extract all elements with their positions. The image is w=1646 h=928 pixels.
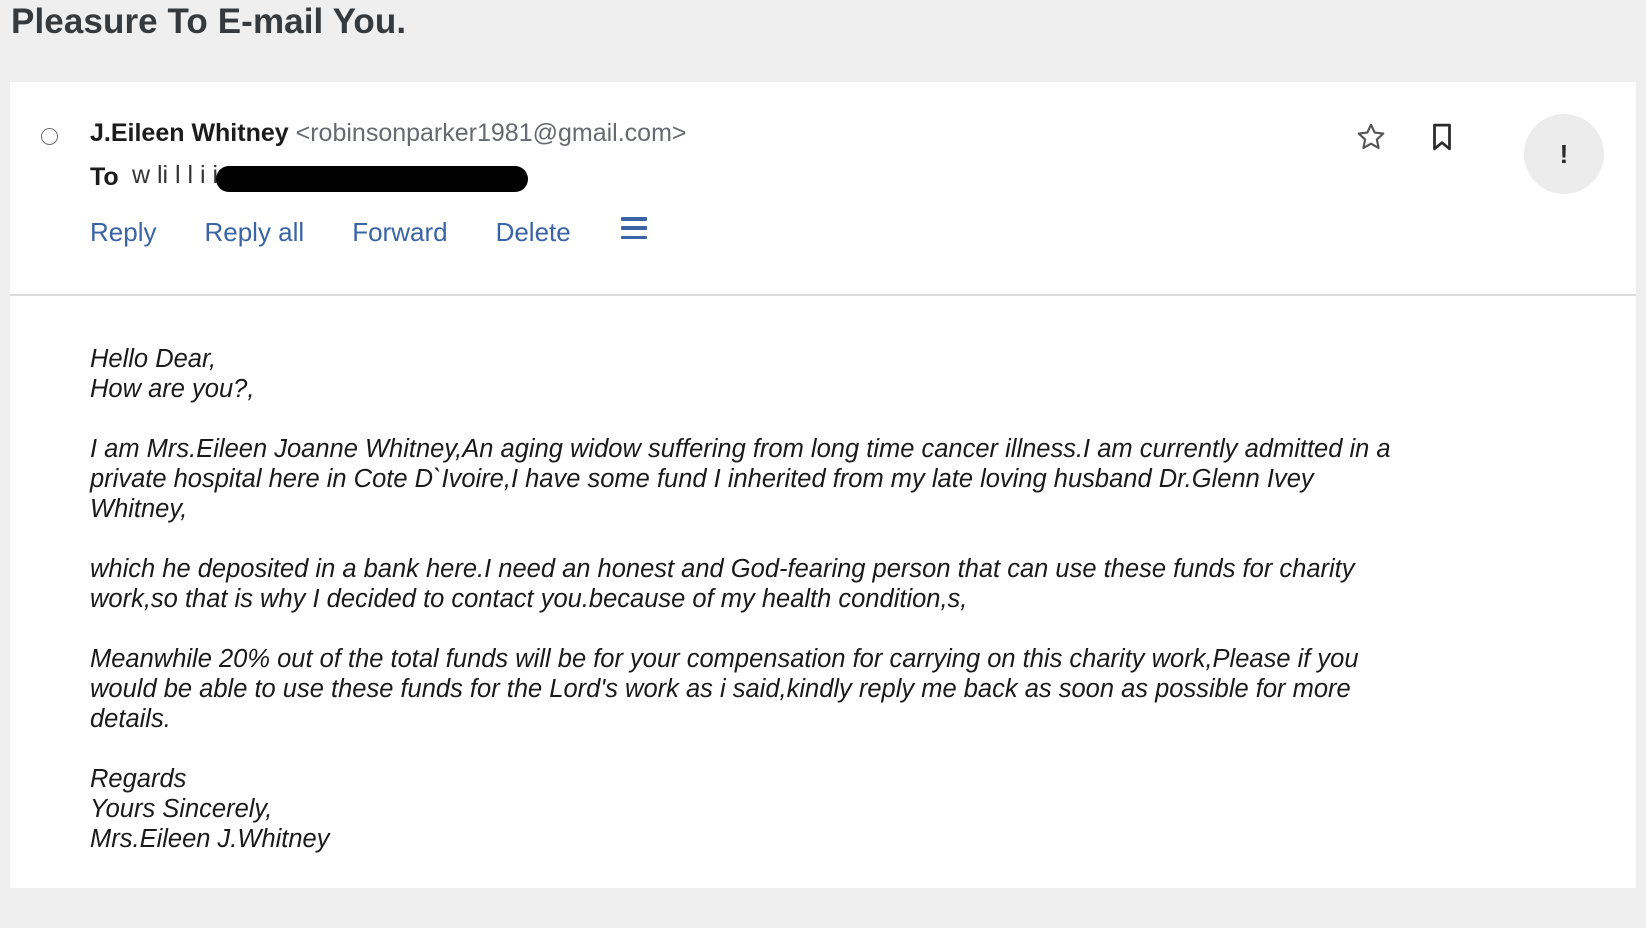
menu-bar: [620, 235, 647, 239]
redaction-mark: [216, 166, 528, 192]
sender-email[interactable]: <robinsonparker1981@gmail.com>: [296, 119, 687, 147]
recipient-line: To w li l l i i t: [90, 161, 528, 192]
body-paragraph: which he deposited in a bank here.I need…: [90, 554, 1510, 614]
email-subject: Pleasure To E-mail You.: [11, 2, 407, 41]
body-line: Yours Sincerely,: [90, 795, 273, 823]
body-line: which he deposited in a bank here.I need…: [90, 555, 1355, 583]
select-radio-icon[interactable]: [41, 128, 58, 145]
signature: Regards Yours Sincerely, Mrs.Eileen J.Wh…: [90, 764, 1510, 854]
message-body: Hello Dear, How are you?, I am Mrs.Eilee…: [90, 344, 1510, 854]
message-card: J.Eileen Whitney <robinsonparker1981@gma…: [10, 82, 1636, 888]
greeting: Hello Dear, How are you?,: [90, 344, 1510, 404]
body-line: I am Mrs.Eileen Joanne Whitney,An aging …: [90, 435, 1391, 463]
bookmark-icon[interactable]: [1428, 122, 1456, 152]
body-paragraph: Meanwhile 20% out of the total funds wil…: [90, 644, 1510, 734]
delete-button[interactable]: Delete: [496, 212, 571, 252]
body-paragraph: I am Mrs.Eileen Joanne Whitney,An aging …: [90, 434, 1510, 524]
message-actions: Reply Reply all Forward Delete: [90, 212, 647, 252]
menu-bar: [620, 226, 647, 230]
body-line: would be able to use these funds for the…: [90, 675, 1351, 703]
body-line: private hospital here in Cote D`Ivoire,I…: [90, 465, 1314, 493]
sender-name[interactable]: J.Eileen Whitney: [90, 119, 289, 147]
body-line: details.: [90, 705, 171, 733]
body-line: Whitney,: [90, 495, 188, 523]
star-icon[interactable]: [1355, 121, 1387, 153]
body-line: How are you?,: [90, 375, 255, 403]
to-label: To: [90, 163, 119, 191]
reply-button[interactable]: Reply: [90, 212, 156, 252]
body-line: work,so that is why I decided to contact…: [90, 585, 968, 613]
signature-name: Mrs.Eileen J.Whitney: [90, 825, 330, 853]
forward-button[interactable]: Forward: [352, 212, 447, 252]
from-line: J.Eileen Whitney <robinsonparker1981@gma…: [90, 118, 687, 148]
body-line: Hello Dear,: [90, 345, 217, 373]
reply-all-button[interactable]: Reply all: [204, 212, 304, 252]
exclamation-icon[interactable]: !: [1524, 114, 1604, 194]
body-line: Meanwhile 20% out of the total funds wil…: [90, 645, 1359, 673]
hamburger-menu-icon[interactable]: [620, 217, 647, 239]
body-line: Regards: [90, 765, 187, 793]
message-header: J.Eileen Whitney <robinsonparker1981@gma…: [10, 82, 1636, 296]
menu-bar: [620, 217, 647, 221]
